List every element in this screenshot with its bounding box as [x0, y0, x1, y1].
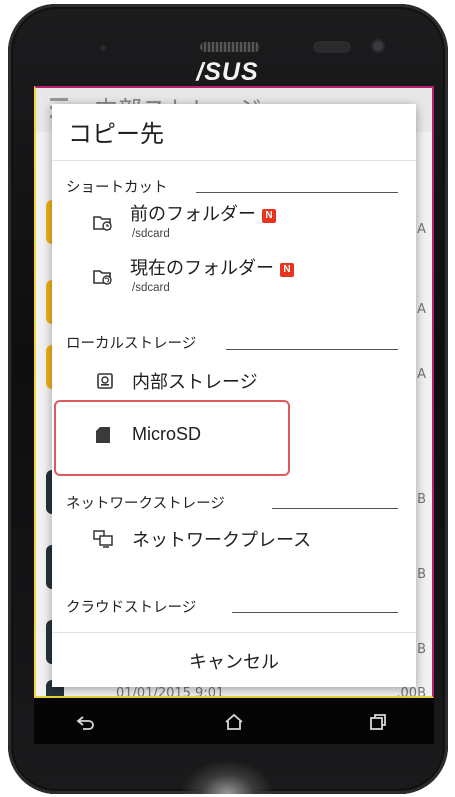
row-size: B	[417, 567, 426, 582]
section-header-local-storage: ローカルストレージ	[66, 336, 197, 352]
row-size: B	[417, 492, 426, 507]
recents-icon[interactable]	[364, 708, 392, 736]
title-divider	[52, 160, 416, 161]
section-rule	[196, 192, 398, 193]
phone-chin-reflection	[180, 760, 275, 794]
row-size: A	[417, 367, 426, 382]
shortcut-path: /sdcard	[132, 282, 170, 294]
section-header-cloud-storage: クラウドストレージ	[66, 600, 197, 616]
shortcut-label: 現在のフォルダー	[130, 258, 274, 279]
cancel-button[interactable]: キャンセル	[52, 634, 416, 687]
back-icon[interactable]	[72, 708, 100, 736]
home-icon[interactable]	[220, 708, 248, 736]
proximity-dot	[100, 45, 106, 51]
cancel-divider	[52, 632, 416, 633]
row-size: A	[417, 222, 426, 237]
internal-storage-icon	[94, 370, 116, 392]
folder-refresh-icon	[92, 266, 114, 288]
front-camera	[370, 38, 386, 54]
section-header-network-storage: ネットワークストレージ	[66, 496, 225, 512]
row-size: A	[417, 302, 426, 317]
system-nav-bar	[34, 698, 434, 744]
network-label: ネットワークプレース	[132, 530, 312, 551]
folder-history-icon	[92, 212, 114, 234]
selection-highlight	[54, 400, 290, 476]
shortcut-path: /sdcard	[132, 228, 170, 240]
section-rule	[226, 349, 398, 350]
new-badge: N	[280, 263, 294, 277]
row-date: 01/01/2015 9:01	[116, 686, 225, 698]
new-badge: N	[262, 209, 276, 223]
row-size: B	[417, 642, 426, 657]
section-rule	[272, 508, 398, 509]
storage-label: 内部ストレージ	[132, 372, 258, 393]
section-rule	[232, 612, 398, 613]
row-size: .00B	[396, 686, 426, 698]
copy-destination-dialog: コピー先 ショートカット 前のフォルダー N /sdcard 現在のフォルダー N	[52, 104, 416, 687]
brand-logo: /SUS	[196, 58, 259, 86]
shortcut-label: 前のフォルダー	[130, 204, 256, 225]
earpiece-speaker	[200, 42, 260, 52]
network-place-icon	[92, 528, 114, 550]
light-sensor	[313, 41, 351, 53]
dialog-title: コピー先	[68, 120, 164, 148]
section-header-shortcuts: ショートカット	[66, 180, 168, 196]
